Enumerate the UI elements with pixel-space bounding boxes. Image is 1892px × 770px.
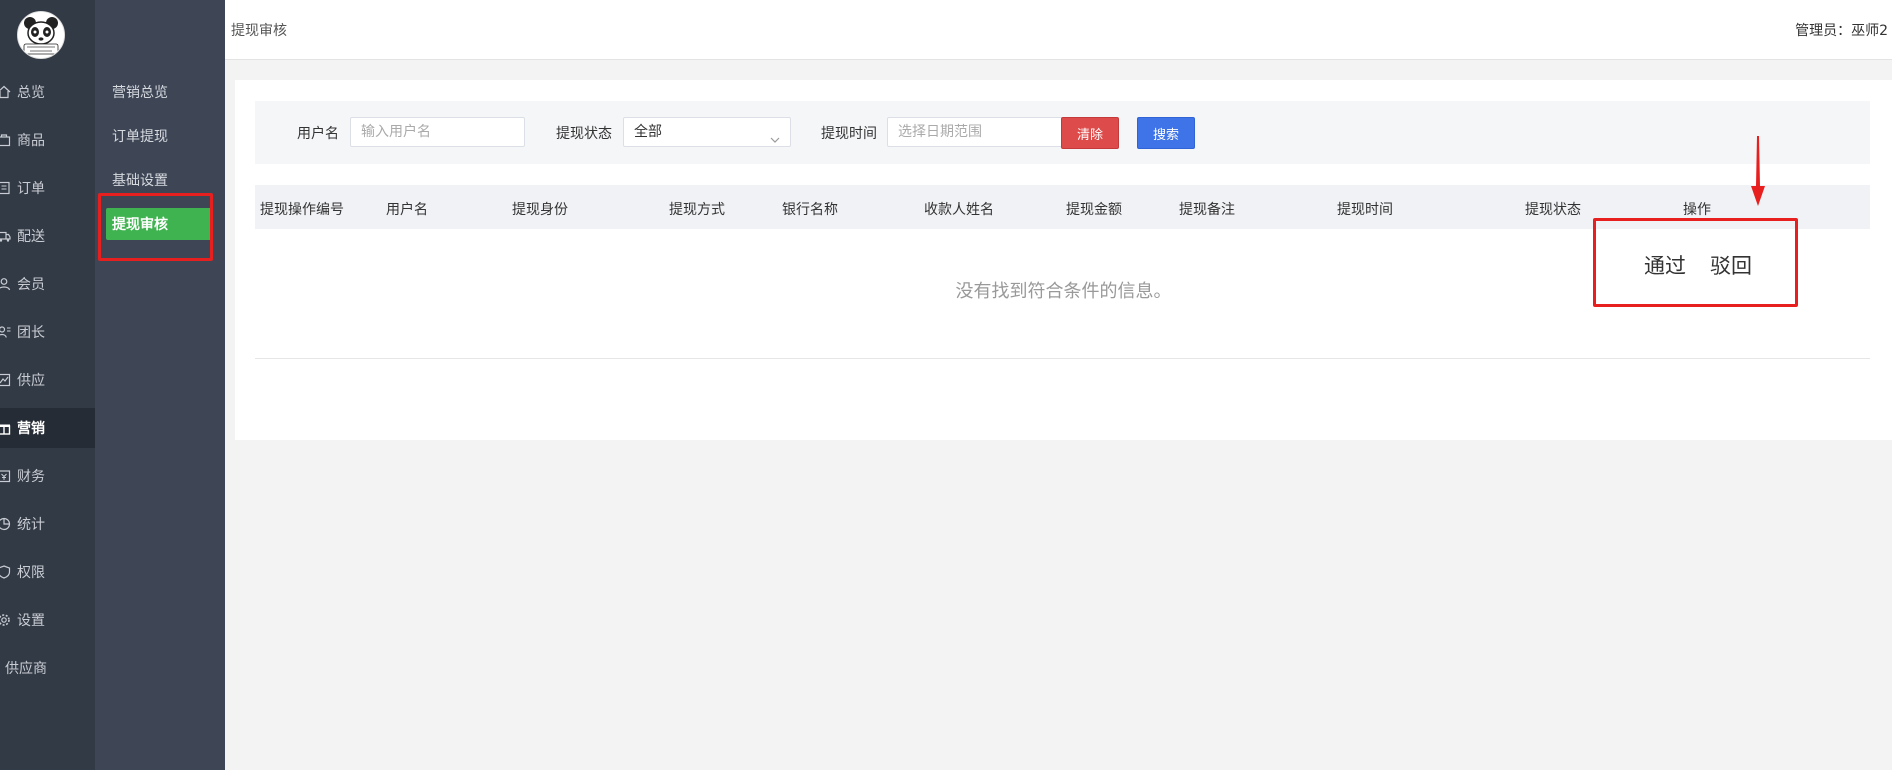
rail-item-leaders[interactable]: 团长 [0, 312, 95, 352]
status-label: 提现状态 [556, 126, 612, 142]
admin-info: 管理员：巫师2 [1795, 20, 1888, 40]
permission-icon [0, 565, 11, 579]
column-header: 银行名称 [782, 202, 838, 218]
rail-item-overview[interactable]: 总览 [0, 72, 95, 112]
rail-item-finance[interactable]: 财务 [0, 456, 95, 496]
order-icon [0, 181, 11, 195]
rail-item-permissions[interactable]: 权限 [0, 552, 95, 592]
column-header: 操作 [1683, 202, 1711, 218]
rail-item-label: 营销 [17, 421, 45, 437]
gear-icon [0, 613, 11, 627]
logo-panda-icon[interactable] [17, 11, 65, 59]
rail-item-label: 团长 [17, 325, 45, 341]
goods-icon [0, 133, 11, 147]
marketing-submenu: 营销总览 订单提现 基础设置 提现审核 [95, 0, 225, 770]
rail-item-label: 设置 [17, 613, 45, 629]
column-header: 提现备注 [1179, 202, 1235, 218]
rail-item-statistics[interactable]: 统计 [0, 504, 95, 544]
row-actions-callout: 通过 驳回 [1644, 250, 1752, 280]
column-header: 用户名 [386, 202, 428, 218]
submenu-item-label: 订单提现 [112, 129, 168, 145]
rail-item-label: 财务 [17, 469, 45, 485]
breadcrumb: 提现审核 [231, 23, 287, 39]
username-label: 用户名 [297, 126, 339, 142]
rail-item-marketing[interactable]: 营销 [0, 408, 95, 448]
column-header: 提现状态 [1525, 202, 1581, 218]
submenu-item-basic-settings[interactable]: 基础设置 [106, 164, 212, 196]
rail-item-label: 会员 [17, 277, 45, 293]
leader-icon [0, 325, 11, 339]
table-divider [255, 358, 1870, 359]
search-button[interactable]: 搜索 [1137, 117, 1195, 149]
rail-item-members[interactable]: 会员 [0, 264, 95, 304]
rail-item-label: 订单 [17, 181, 45, 197]
reject-action[interactable]: 驳回 [1710, 254, 1752, 278]
column-header: 提现身份 [512, 202, 568, 218]
username-input[interactable]: 输入用户名 [350, 117, 525, 147]
rail-item-label: 商品 [17, 133, 45, 149]
column-header: 提现时间 [1337, 202, 1393, 218]
column-header: 提现操作编号 [260, 202, 344, 218]
submenu-item-marketing-overview[interactable]: 营销总览 [106, 76, 212, 108]
home-icon [0, 85, 11, 99]
rail-item-orders[interactable]: 订单 [0, 168, 95, 208]
top-header: 提现审核 管理员：巫师2 [225, 0, 1892, 60]
status-select-value: 全部 [634, 124, 662, 140]
submenu-item-label: 基础设置 [112, 173, 168, 189]
annotation-arrow-icon [1751, 136, 1765, 206]
main-nav-rail: 总览 商品 订单 配送 会员 团长 供应 营销 财务 统计 权限 设置 供应商 [0, 0, 95, 770]
delivery-icon [0, 229, 11, 243]
rail-item-suppliers[interactable]: 供应商 [0, 648, 95, 688]
admin-label: 管理员： [1795, 23, 1852, 39]
supply-icon [0, 373, 11, 387]
rail-item-label: 统计 [17, 517, 45, 533]
column-header: 提现方式 [669, 202, 725, 218]
rail-item-delivery[interactable]: 配送 [0, 216, 95, 256]
chevron-down-icon [770, 127, 780, 143]
status-select[interactable]: 全部 [623, 117, 791, 147]
submenu-item-order-withdraw[interactable]: 订单提现 [106, 120, 212, 152]
rail-item-label: 供应 [17, 373, 45, 389]
time-label: 提现时间 [821, 126, 877, 142]
search-bar: 用户名 输入用户名 提现状态 全部 提现时间 选择日期范围 清除 搜索 [255, 101, 1870, 164]
rail-item-label: 配送 [17, 229, 45, 245]
member-icon [0, 277, 11, 291]
rail-item-label: 总览 [17, 85, 45, 101]
gift-icon [0, 421, 11, 435]
date-range-input[interactable]: 选择日期范围 [887, 117, 1063, 147]
rail-item-label: 供应商 [5, 661, 47, 677]
finance-icon [0, 469, 11, 483]
submenu-item-label: 营销总览 [112, 85, 168, 101]
rail-item-supply[interactable]: 供应 [0, 360, 95, 400]
clear-button[interactable]: 清除 [1061, 117, 1119, 149]
rail-item-goods[interactable]: 商品 [0, 120, 95, 160]
chart-icon [0, 517, 11, 531]
rail-item-label: 权限 [17, 565, 45, 581]
approve-action[interactable]: 通过 [1644, 254, 1686, 278]
column-header: 收款人姓名 [924, 202, 994, 218]
column-header: 提现金额 [1066, 202, 1122, 218]
highlight-box-submenu [98, 193, 213, 261]
rail-item-settings[interactable]: 设置 [0, 600, 95, 640]
admin-name[interactable]: 巫师2 [1851, 23, 1888, 39]
